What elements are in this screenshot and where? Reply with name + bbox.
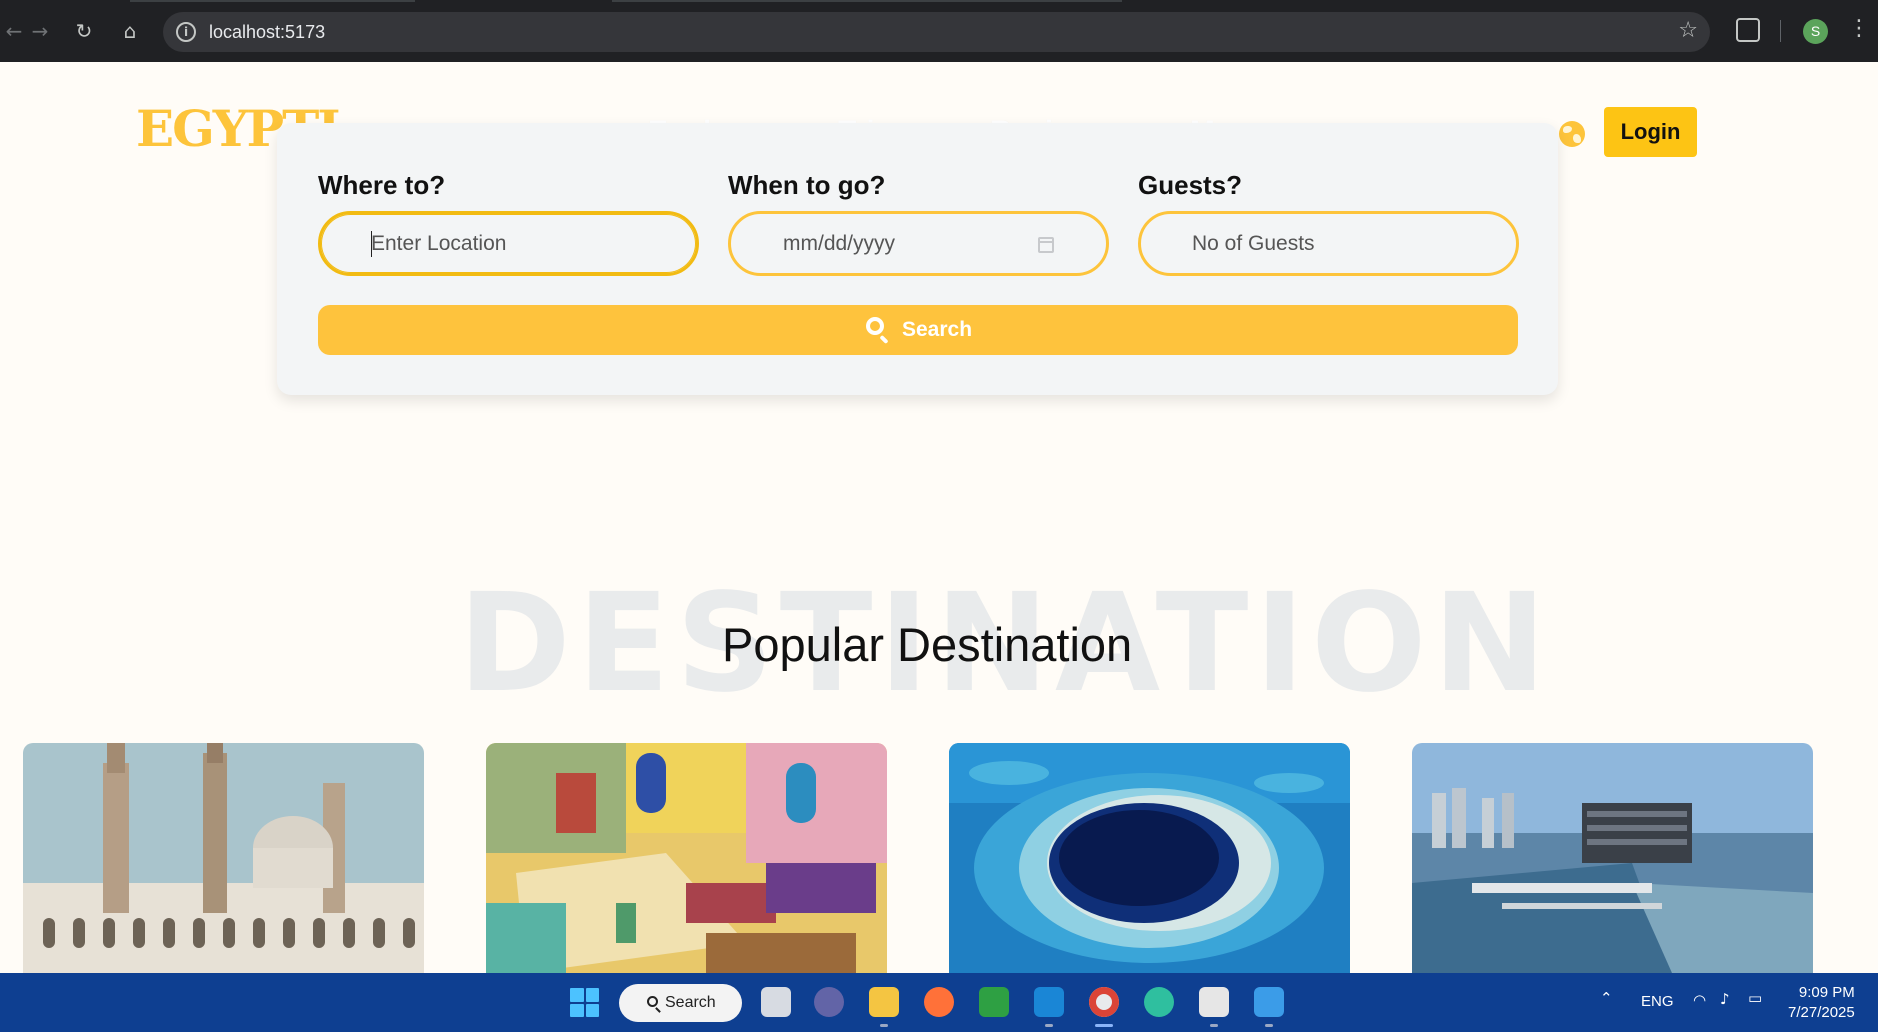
site-info-icon[interactable]: i [176, 22, 196, 42]
reload-icon[interactable]: ↻ [70, 17, 98, 45]
language-indicator[interactable]: ENG [1641, 993, 1674, 1010]
firefox-icon[interactable] [924, 987, 954, 1017]
toolbar-divider [1780, 20, 1781, 42]
destination-image-mosque [23, 743, 424, 973]
login-button[interactable]: Login [1604, 107, 1697, 157]
date-input[interactable]: mm/dd/yyyy [728, 211, 1109, 276]
profile-avatar[interactable]: S [1803, 19, 1828, 44]
active-indicator [1095, 1024, 1113, 1027]
search-button[interactable]: Search [318, 305, 1518, 355]
running-indicator [1265, 1024, 1273, 1027]
taskbar-search[interactable]: Search [619, 984, 742, 1022]
date-placeholder: mm/dd/yyyy [783, 232, 896, 255]
location-input[interactable]: Enter Location [318, 211, 699, 276]
file-explorer-icon[interactable] [869, 987, 899, 1017]
section-title: Popular Destination [722, 618, 1133, 671]
search-button-label: Search [902, 318, 973, 341]
language-globe-icon[interactable] [1559, 121, 1585, 147]
guests-placeholder: No of Guests [1192, 232, 1315, 255]
location-placeholder: Enter Location [371, 232, 507, 255]
tab-edge [612, 0, 1122, 2]
battery-icon[interactable]: ▭ [1748, 989, 1762, 1007]
running-indicator [1045, 1024, 1053, 1027]
guests-input[interactable]: No of Guests [1138, 211, 1519, 276]
running-indicator [880, 1024, 888, 1027]
forward-icon[interactable]: → [26, 17, 54, 45]
address-bar[interactable]: i localhost:5173 ☆ [163, 12, 1710, 52]
windows-taskbar: Search ⌃ ENG ◠ ♪ ▭ 9:09 PM 7/27/2025 [0, 973, 1878, 1032]
bookmark-star-icon[interactable]: ☆ [1678, 18, 1698, 43]
browser-menu-icon[interactable]: ⋮ [1848, 16, 1870, 41]
destination-image-village [486, 743, 887, 973]
edge-icon[interactable] [1144, 987, 1174, 1017]
taskbar-search-label: Search [665, 994, 716, 1011]
destination-image-coastal-city [1412, 743, 1813, 973]
meet-icon[interactable] [979, 987, 1009, 1017]
back-icon[interactable]: ← [0, 17, 28, 45]
clock-date: 7/27/2025 [1788, 1004, 1855, 1021]
tab-edge [130, 0, 415, 2]
destination-card[interactable] [949, 743, 1350, 973]
task-view-icon[interactable] [761, 987, 791, 1017]
destination-card[interactable] [1412, 743, 1813, 973]
home-icon[interactable]: ⌂ [116, 17, 144, 45]
destination-card[interactable] [23, 743, 424, 973]
snipping-tool-icon[interactable] [1199, 987, 1229, 1017]
windows-start-icon[interactable] [570, 988, 599, 1017]
photos-icon[interactable] [1254, 987, 1284, 1017]
extensions-icon[interactable] [1736, 18, 1760, 42]
destination-card[interactable] [486, 743, 887, 973]
system-clock[interactable]: 9:09 PM 7/27/2025 [1788, 983, 1855, 1023]
calendar-icon[interactable] [1038, 237, 1054, 253]
destination-image-blue-hole [949, 743, 1350, 973]
url-text[interactable]: localhost:5173 [209, 22, 325, 43]
search-icon [866, 317, 884, 335]
teams-icon[interactable] [814, 987, 844, 1017]
when-label: When to go? [728, 170, 886, 200]
search-icon [647, 996, 658, 1007]
chrome-icon[interactable] [1089, 987, 1119, 1017]
vscode-icon[interactable] [1034, 987, 1064, 1017]
clock-time: 9:09 PM [1798, 984, 1855, 1001]
text-caret [371, 231, 372, 257]
tray-overflow-icon[interactable]: ⌃ [1600, 989, 1613, 1007]
volume-icon[interactable]: ♪ [1720, 990, 1730, 1008]
wifi-icon[interactable]: ◠ [1693, 991, 1706, 1009]
guests-label: Guests? [1138, 170, 1243, 200]
where-label: Where to? [318, 170, 446, 200]
running-indicator [1210, 1024, 1218, 1027]
browser-toolbar: ← → ↻ ⌂ i localhost:5173 ☆ S ⋮ [0, 0, 1878, 62]
